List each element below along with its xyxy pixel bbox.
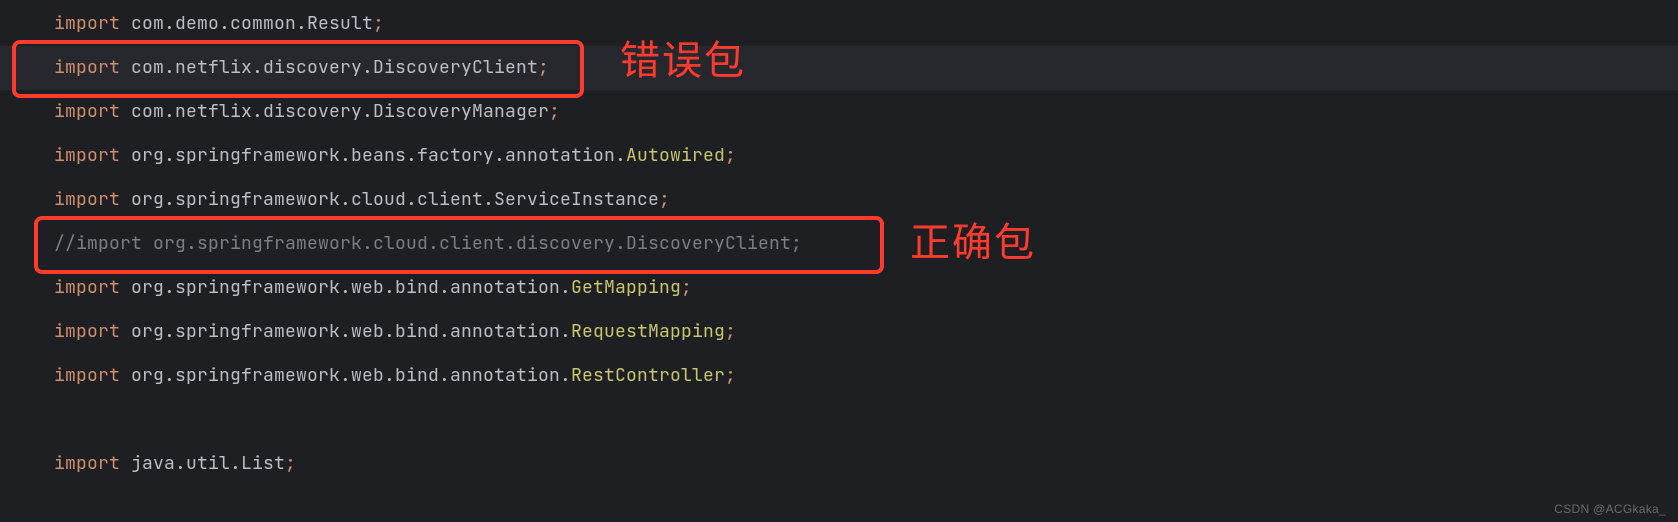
class-name: List: [241, 452, 285, 475]
keyword-import: import: [54, 276, 120, 299]
package-path: org.springframework.web.bind.annotation.: [131, 276, 571, 299]
semicolon: ;: [659, 188, 670, 211]
semicolon: ;: [725, 320, 736, 343]
package-path: com.netflix.discovery.: [131, 100, 373, 123]
package-path: java.util.: [131, 452, 241, 475]
class-name: RequestMapping: [571, 320, 725, 343]
package-path: org.springframework.beans.factory.annota…: [131, 144, 626, 167]
package-path: com.demo.common.: [131, 12, 307, 35]
code-line[interactable]: import org.springframework.web.bind.anno…: [0, 310, 1678, 354]
package-path: org.springframework.web.bind.annotation.: [131, 364, 571, 387]
code-line-highlighted[interactable]: import com.netflix.discovery.DiscoveryCl…: [0, 46, 1678, 90]
package-path: org.springframework.web.bind.annotation.: [131, 320, 571, 343]
semicolon: ;: [725, 364, 736, 387]
semicolon: ;: [538, 56, 549, 79]
class-name: DiscoveryManager: [373, 100, 549, 123]
class-name: ServiceInstance: [494, 188, 659, 211]
keyword-import: import: [54, 100, 120, 123]
code-line[interactable]: import org.springframework.web.bind.anno…: [0, 354, 1678, 398]
semicolon: ;: [681, 276, 692, 299]
code-line[interactable]: import org.springframework.web.bind.anno…: [0, 266, 1678, 310]
class-name: Autowired: [626, 144, 725, 167]
watermark: CSDN @ACGkaka_: [1554, 502, 1666, 516]
semicolon: ;: [373, 12, 384, 35]
keyword-import: import: [54, 144, 120, 167]
code-line[interactable]: import org.springframework.cloud.client.…: [0, 178, 1678, 222]
keyword-import: import: [54, 452, 120, 475]
semicolon: ;: [725, 144, 736, 167]
class-name: DiscoveryClient: [373, 56, 538, 79]
code-line[interactable]: import java.util.List;: [0, 442, 1678, 486]
class-name: RestController: [571, 364, 725, 387]
semicolon: ;: [549, 100, 560, 123]
code-line[interactable]: import org.springframework.beans.factory…: [0, 134, 1678, 178]
class-name: Result: [307, 12, 373, 35]
keyword-import: import: [54, 188, 120, 211]
semicolon: ;: [285, 452, 296, 475]
code-line-comment[interactable]: //import org.springframework.cloud.clien…: [0, 222, 1678, 266]
comment-text: //import org.springframework.cloud.clien…: [54, 232, 802, 255]
package-path: com.netflix.discovery.: [131, 56, 373, 79]
keyword-import: import: [54, 364, 120, 387]
code-line[interactable]: import com.netflix.discovery.DiscoveryMa…: [0, 90, 1678, 134]
keyword-import: import: [54, 320, 120, 343]
code-line-blank[interactable]: [0, 398, 1678, 442]
keyword-import: import: [54, 12, 120, 35]
code-line[interactable]: import com.demo.common.Result;: [0, 2, 1678, 46]
code-editor[interactable]: import com.demo.common.Result; import co…: [0, 0, 1678, 486]
class-name: GetMapping: [571, 276, 681, 299]
package-path: org.springframework.cloud.client.: [131, 188, 494, 211]
keyword-import: import: [54, 56, 120, 79]
